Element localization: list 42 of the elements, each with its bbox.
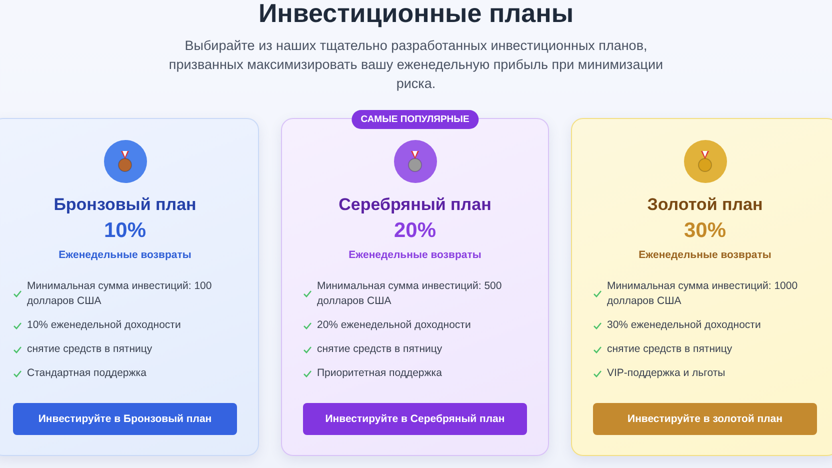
medal-icon	[394, 140, 436, 183]
check-icon	[303, 346, 312, 354]
check-icon	[303, 322, 312, 330]
feature-text: 30% еженедельной доходности	[607, 318, 761, 333]
feature-text: снятие средств в пятницу	[27, 342, 152, 357]
feature-text: Приоритетная поддержка	[317, 366, 442, 381]
invest-button[interactable]: Инвестируйте в Бронзовый план	[13, 403, 237, 435]
feature-text: снятие средств в пятницу	[317, 342, 442, 357]
plan-period: Еженедельные возвраты	[348, 249, 482, 261]
plan-name: Золотой план	[647, 195, 763, 215]
check-icon	[593, 346, 602, 354]
check-icon	[13, 370, 22, 378]
feature-text: снятие средств в пятницу	[607, 342, 732, 357]
check-icon	[303, 370, 312, 378]
plan-name: Серебряный план	[338, 195, 492, 215]
feature-text: VIP-поддержка и льготы	[607, 366, 726, 381]
invest-button[interactable]: Инвестируйте в Серебряный план	[303, 403, 527, 435]
check-icon	[303, 290, 312, 298]
medal-icon	[104, 140, 146, 183]
plan-period: Еженедельные возвраты	[638, 249, 772, 261]
feature-text: Минимальная сумма инвестиций: 100 долларов США	[27, 279, 213, 309]
check-icon	[13, 346, 22, 354]
plan-period: Еженедельные возвраты	[58, 249, 192, 261]
page-title: Инвестиционные планы	[257, 0, 575, 26]
feature-text: Минимальная сумма инвестиций: 500 долларов США	[317, 279, 503, 309]
plan-rate: 10%	[104, 219, 146, 243]
feature-text: Минимальная сумма инвестиций: 1000 долларов США	[607, 279, 799, 309]
plan-rate: 20%	[394, 219, 436, 243]
check-icon	[13, 290, 22, 298]
check-icon	[13, 322, 22, 330]
feature-text: 10% еженедельной доходности	[27, 318, 181, 333]
page-subtitle: Выбирайте из наших тщательно разработанных инвестиционных планов, призванных максимизировать вашу еженедельную прибыль при минимизации риска.	[168, 37, 664, 93]
feature-text: Стандартная поддержка	[27, 366, 146, 381]
check-icon	[593, 322, 602, 330]
medal-icon	[684, 140, 726, 183]
invest-button[interactable]: Инвестируйте в золотой план	[593, 403, 817, 435]
plan-rate: 30%	[684, 219, 726, 243]
plan-name: Бронзовый план	[54, 195, 196, 215]
feature-text: 20% еженедельной доходности	[317, 318, 471, 333]
check-icon	[593, 290, 602, 298]
check-icon	[593, 370, 602, 378]
popular-badge: САМЫЕ ПОПУЛЯРНЫЕ	[352, 110, 478, 129]
